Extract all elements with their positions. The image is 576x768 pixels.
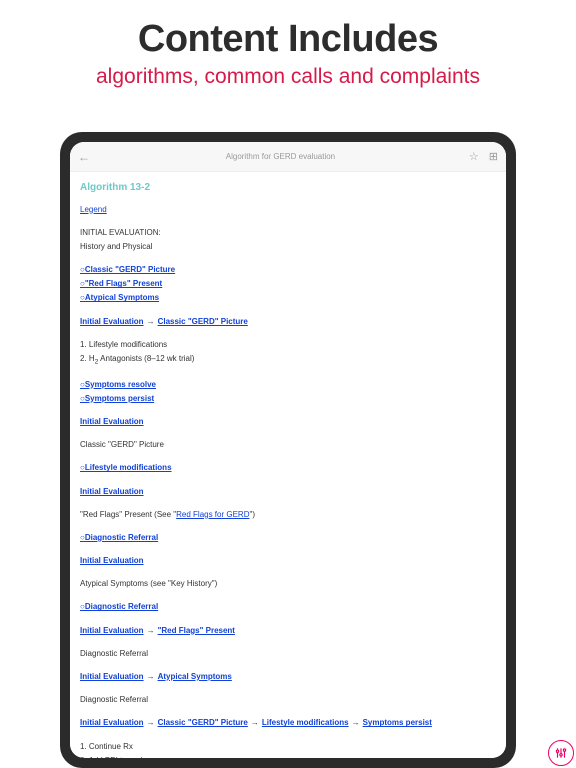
- chain-link[interactable]: Classic "GERD" Picture: [158, 317, 248, 326]
- classic-plain: Classic "GERD" Picture: [80, 438, 496, 451]
- marketing-subhead: algorithms, common calls and complaints: [0, 65, 576, 89]
- lifestyle-mods-link[interactable]: ○Lifestyle modifications: [80, 463, 172, 472]
- initial-eval-link[interactable]: Initial Evaluation: [80, 556, 144, 565]
- document-body: Algorithm 13-2 Legend INITIAL EVALUATION…: [70, 172, 506, 758]
- chain-2: Initial Evaluation→"Red Flags" Present: [80, 624, 496, 637]
- section-initial-eval-title: INITIAL EVALUATION:: [80, 226, 496, 239]
- chain-link[interactable]: Lifestyle modifications: [262, 718, 349, 727]
- diagnostic-referral-link[interactable]: ○Diagnostic Referral: [80, 533, 158, 542]
- chain-link[interactable]: Initial Evaluation: [80, 672, 144, 681]
- chain-link[interactable]: Symptoms persist: [363, 718, 432, 727]
- settings-fab-icon[interactable]: [548, 740, 574, 766]
- redflags-present-text: "Red Flags" Present (See "Red Flags for …: [80, 508, 496, 521]
- marketing-screenshot: Content Includes algorithms, common call…: [0, 0, 576, 768]
- marketing-headline: Content Includes: [0, 0, 576, 61]
- symptoms-persist-link[interactable]: ○Symptoms persist: [80, 394, 154, 403]
- initial-eval-link[interactable]: Initial Evaluation: [80, 487, 144, 496]
- branch-atypical-link[interactable]: ○Atypical Symptoms: [80, 293, 159, 302]
- chain-3: Initial Evaluation→Atypical Symptoms: [80, 670, 496, 683]
- chain-4: Initial Evaluation→Classic "GERD" Pictur…: [80, 716, 496, 729]
- tablet-screen: ← Algorithm for GERD evaluation ☆ ⊞ Algo…: [70, 142, 506, 758]
- continue-2: 2. Add PPI to regimen: [80, 754, 496, 758]
- diag-ref-plain: Diagnostic Referral: [80, 647, 496, 660]
- chain-link[interactable]: Initial Evaluation: [80, 317, 144, 326]
- initial-eval-link[interactable]: Initial Evaluation: [80, 417, 144, 426]
- algorithm-heading: Algorithm 13-2: [80, 180, 496, 197]
- redflags-gerd-link[interactable]: Red Flags for GERD: [176, 510, 249, 519]
- diag-ref-plain: Diagnostic Referral: [80, 693, 496, 706]
- chain-link[interactable]: "Red Flags" Present: [158, 626, 235, 635]
- branch-classic-link[interactable]: ○Classic "GERD" Picture: [80, 265, 175, 274]
- chain-link[interactable]: Classic "GERD" Picture: [158, 718, 248, 727]
- add-icon[interactable]: ⊞: [489, 150, 498, 163]
- chain-link[interactable]: Initial Evaluation: [80, 718, 144, 727]
- atypical-plain: Atypical Symptoms (see "Key History"): [80, 577, 496, 590]
- chain-link[interactable]: Atypical Symptoms: [158, 672, 232, 681]
- branch-redflags-link[interactable]: ○"Red Flags" Present: [80, 279, 162, 288]
- section-initial-eval-body: History and Physical: [80, 240, 496, 253]
- chain-link[interactable]: Initial Evaluation: [80, 626, 144, 635]
- step-1: 1. Lifestyle modifications: [80, 338, 496, 351]
- step-2: 2. H2 Antagonists (8–12 wk trial): [80, 352, 496, 368]
- tablet-frame: ← Algorithm for GERD evaluation ☆ ⊞ Algo…: [60, 132, 516, 768]
- chain-1: Initial Evaluation→Classic "GERD" Pictur…: [80, 315, 496, 328]
- legend-link[interactable]: Legend: [80, 205, 107, 214]
- back-arrow-icon[interactable]: ←: [78, 150, 92, 164]
- page-title: Algorithm for GERD evaluation: [92, 152, 469, 161]
- continue-1: 1. Continue Rx: [80, 740, 496, 753]
- topbar: ← Algorithm for GERD evaluation ☆ ⊞: [70, 142, 506, 172]
- symptoms-resolve-link[interactable]: ○Symptoms resolve: [80, 380, 156, 389]
- star-icon[interactable]: ☆: [469, 150, 479, 163]
- diagnostic-referral-link[interactable]: ○Diagnostic Referral: [80, 602, 158, 611]
